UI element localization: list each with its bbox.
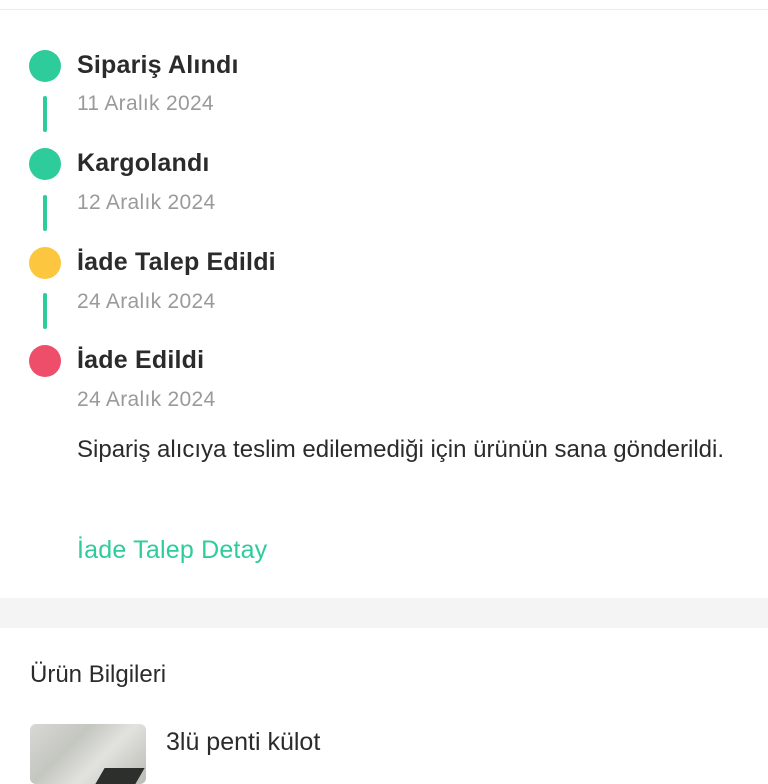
product-name[interactable]: 3lü penti külot bbox=[166, 728, 320, 757]
step-date-ordered: 11 Aralık 2024 bbox=[77, 92, 214, 115]
product-info-section: Ürün Bilgileri 3lü penti külot bbox=[0, 628, 768, 784]
status-dot-ordered bbox=[29, 50, 61, 82]
step-title-ordered: Sipariş Alındı bbox=[77, 51, 239, 79]
timeline-connector bbox=[43, 96, 47, 132]
product-section-title: Ürün Bilgileri bbox=[30, 661, 167, 688]
product-image[interactable] bbox=[30, 724, 146, 784]
step-date-return-requested: 24 Aralık 2024 bbox=[77, 290, 216, 313]
step-title-returned: İade Edildi bbox=[77, 346, 205, 374]
return-request-detail-link[interactable]: İade Talep Detay bbox=[77, 536, 267, 565]
step-date-returned: 24 Aralık 2024 bbox=[77, 388, 216, 411]
status-dot-shipped bbox=[29, 148, 61, 180]
return-note: Sipariş alıcıya teslim edilemediği için … bbox=[77, 436, 725, 463]
section-separator bbox=[0, 598, 768, 628]
timeline-connector bbox=[43, 195, 47, 231]
timeline-connector bbox=[43, 293, 47, 329]
status-dot-return-requested bbox=[29, 247, 61, 279]
step-title-return-requested: İade Talep Edildi bbox=[77, 248, 276, 276]
top-divider bbox=[0, 0, 768, 10]
status-dot-returned bbox=[29, 345, 61, 377]
step-date-shipped: 12 Aralık 2024 bbox=[77, 191, 216, 214]
step-title-shipped: Kargolandı bbox=[77, 149, 210, 177]
